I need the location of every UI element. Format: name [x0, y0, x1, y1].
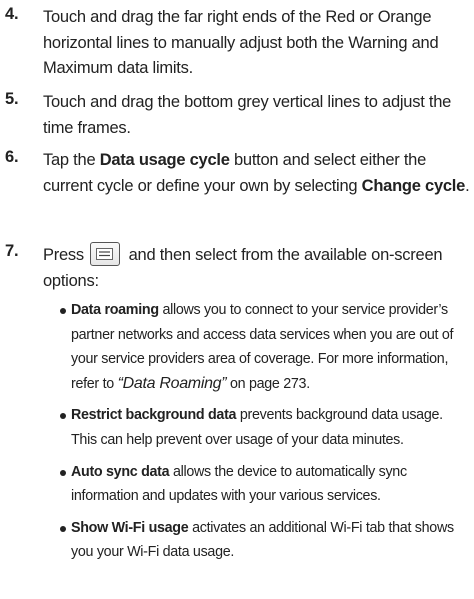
option-tail: on page 273.	[226, 375, 310, 392]
cross-reference: “Data Roaming”	[117, 374, 227, 392]
list-item: Auto sync data allows the device to auto…	[60, 460, 472, 509]
step-number: 6.	[5, 148, 19, 166]
option-name: Restrict background data	[71, 407, 237, 424]
step-text: Touch and drag the bottom grey vertical …	[43, 93, 452, 137]
option-name: Data roaming	[71, 302, 159, 318]
step-text: Touch and drag the far right ends of the…	[43, 8, 439, 77]
step-number: 4.	[5, 5, 19, 23]
step-text: Press and then select from the available…	[43, 242, 471, 294]
bullet-icon	[60, 308, 66, 314]
step-4: 4. Touch and drag the far right ends of …	[5, 5, 471, 82]
step-text-pre: Tap the	[43, 151, 100, 169]
option-name: Show Wi-Fi usage	[71, 519, 189, 536]
step-6: 6. Tap the Data usage cycle button and s…	[5, 148, 471, 199]
step-text-pre: Press	[43, 246, 89, 264]
list-item: Show Wi-Fi usage activates an additional…	[60, 516, 472, 565]
bullet-icon	[60, 469, 66, 476]
data-usage-cycle-term: Data usage cycle	[99, 151, 230, 169]
menu-key-icon	[90, 242, 121, 266]
list-item: Data roaming allows you to connect to yo…	[60, 298, 472, 396]
step-number: 5.	[5, 90, 19, 108]
step-text-post: .	[465, 176, 470, 195]
list-item: Restrict background data prevents backgr…	[60, 403, 472, 452]
step-number: 7.	[5, 242, 19, 260]
step-text: Tap the Data usage cycle button and sele…	[43, 148, 471, 199]
step-7: 7. Press and then select from the availa…	[5, 242, 471, 294]
option-name: Auto sync data	[71, 463, 170, 480]
step-5: 5. Touch and drag the bottom grey vertic…	[5, 90, 471, 141]
options-list: Data roaming allows you to connect to yo…	[60, 298, 472, 572]
change-cycle-term: Change cycle	[361, 176, 466, 195]
bullet-icon	[60, 413, 66, 420]
bullet-icon	[60, 525, 66, 532]
